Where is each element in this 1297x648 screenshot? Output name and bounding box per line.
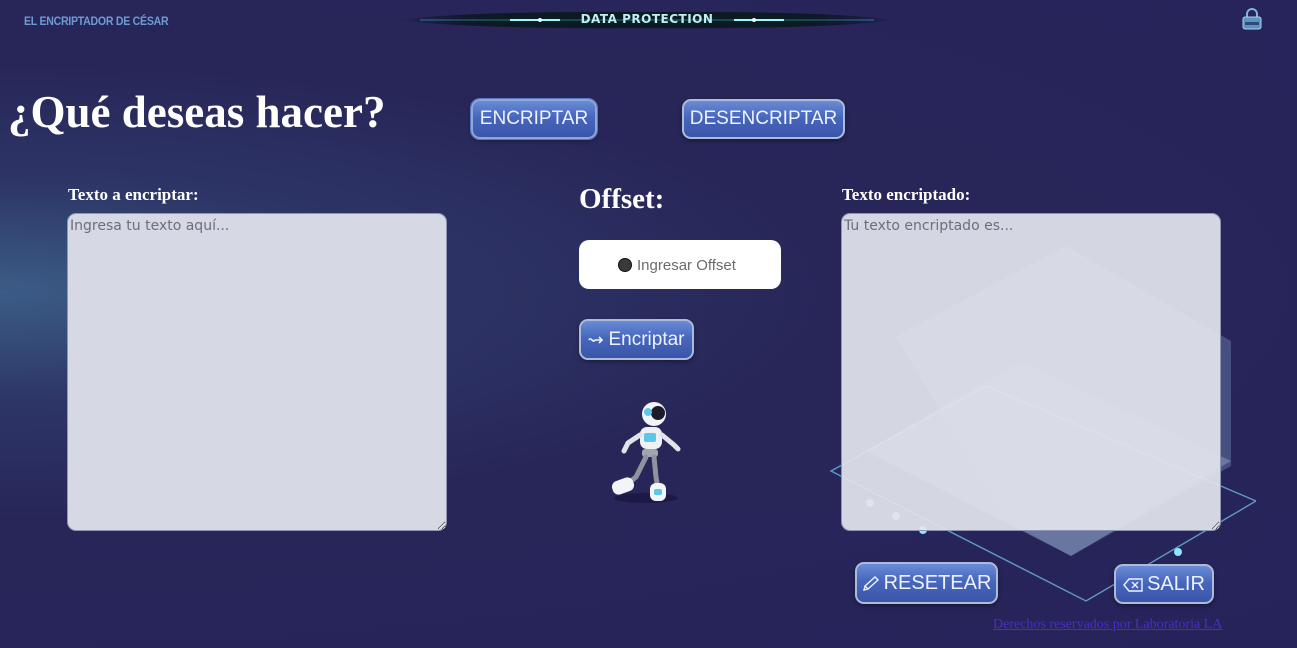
offset-radio-icon: [618, 258, 632, 272]
exit-button[interactable]: SALIR: [1114, 564, 1214, 604]
encrypt-action-button[interactable]: Encriptar: [579, 319, 694, 360]
data-protection-banner: DATA PROTECTION: [400, 10, 894, 30]
page-title: ¿Qué deseas hacer?: [8, 87, 386, 137]
offset-field[interactable]: [579, 240, 781, 289]
input-textarea[interactable]: [67, 213, 447, 531]
banner-text: DATA PROTECTION: [580, 12, 714, 26]
backspace-icon: [1123, 578, 1143, 592]
encrypt-mode-button[interactable]: ENCRIPTAR: [470, 98, 598, 140]
encrypt-action-label: Encriptar: [608, 329, 685, 350]
footer-link[interactable]: Derechos reservados por Laboratoria LA: [993, 617, 1222, 633]
reset-label: RESETEAR: [883, 572, 992, 594]
arrow-right-icon: [588, 336, 604, 344]
output-label: Texto encriptado:: [842, 185, 971, 204]
offset-label: Offset:: [579, 183, 665, 215]
decrypt-mode-button[interactable]: DESENCRIPTAR: [682, 99, 845, 139]
offset-input[interactable]: [637, 254, 767, 276]
robot-illustration: [611, 402, 681, 503]
lock-icon: [1242, 8, 1262, 30]
pencil-icon: [862, 575, 879, 591]
output-textarea[interactable]: [841, 213, 1221, 531]
exit-label: SALIR: [1147, 573, 1205, 595]
input-label: Texto a encriptar:: [68, 185, 199, 204]
reset-button[interactable]: RESETEAR: [855, 562, 998, 604]
app-brand: EL ENCRIPTADOR DE CÉSAR: [24, 14, 169, 28]
